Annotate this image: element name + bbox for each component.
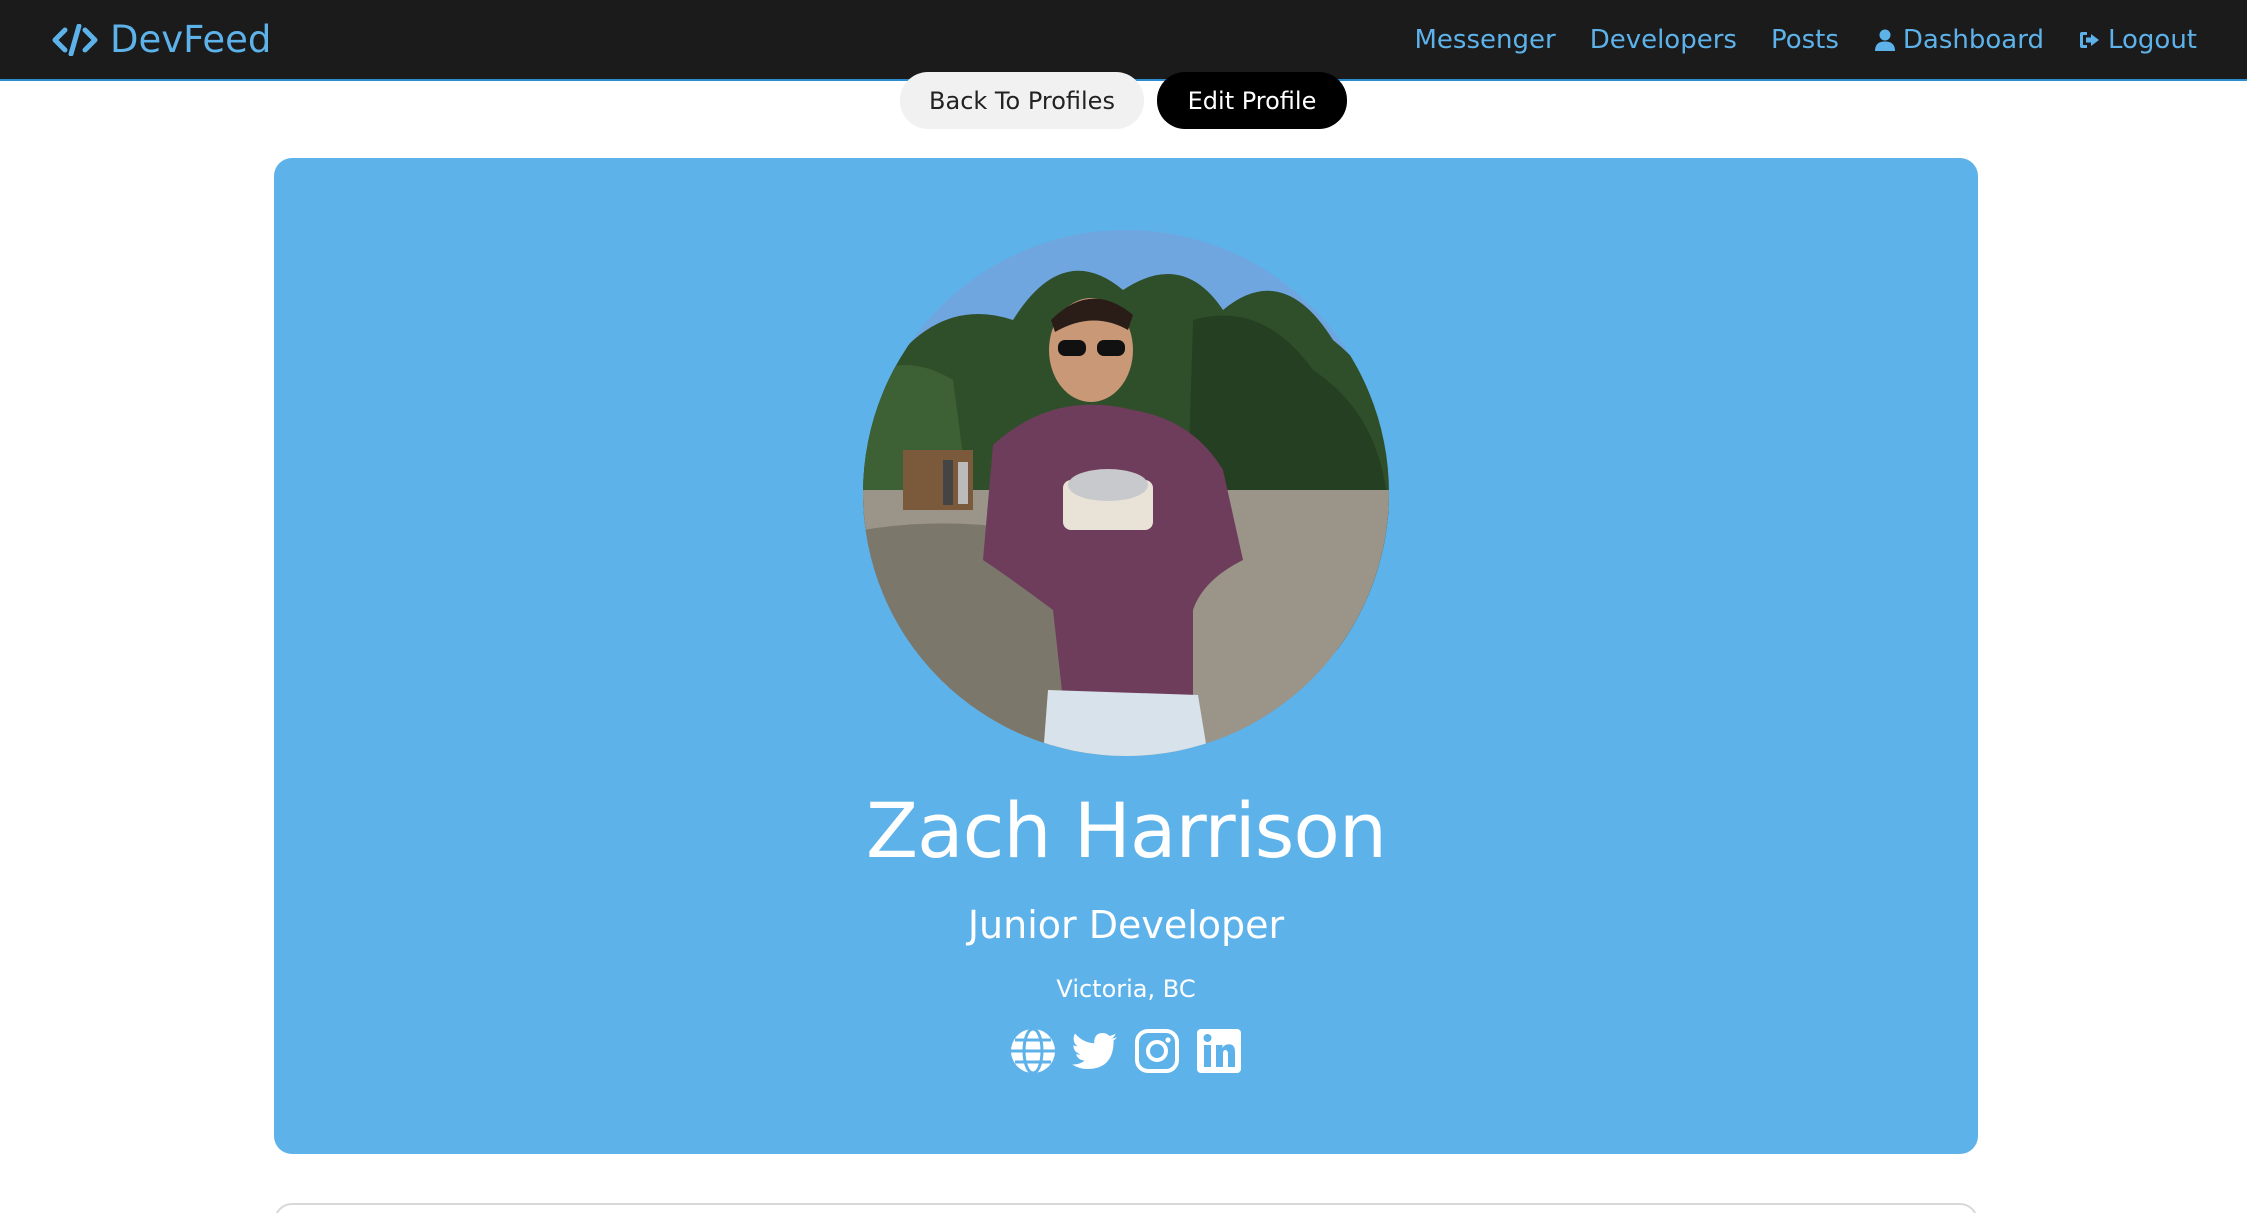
profile-location: Victoria, BC <box>1056 975 1196 1003</box>
brand-name: DevFeed <box>110 18 272 61</box>
twitter-icon <box>1072 1033 1117 1069</box>
nav-developers[interactable]: Developers <box>1590 25 1737 55</box>
sign-out-icon <box>2079 31 2099 48</box>
social-links <box>1009 1027 1243 1075</box>
nav-developers-label: Developers <box>1589 24 1737 55</box>
user-icon <box>1874 29 1895 51</box>
globe-icon <box>1011 1027 1055 1075</box>
instagram-link[interactable] <box>1133 1027 1181 1075</box>
profile-title: Junior Developer <box>967 903 1285 947</box>
edit-profile-button[interactable]: Edit Profile <box>1157 72 1347 129</box>
avatar <box>863 230 1389 756</box>
nav-messenger[interactable]: Messenger <box>1415 25 1556 55</box>
profile-top-card: Zach Harrison Junior Developer Victoria,… <box>274 158 1978 1154</box>
instagram-icon <box>1135 1029 1179 1073</box>
profile-about-card <box>274 1203 1978 1213</box>
profile-name: Zach Harrison <box>865 786 1387 875</box>
nav-dashboard-label: Dashboard <box>1902 24 2044 55</box>
nav-messenger-label: Messenger <box>1414 24 1556 55</box>
avatar-photo <box>863 230 1389 756</box>
nav-posts-label: Posts <box>1770 24 1839 55</box>
nav-posts[interactable]: Posts <box>1771 25 1839 55</box>
nav-logout-label: Logout <box>2107 24 2197 55</box>
nav-dashboard[interactable]: Dashboard <box>1873 25 2044 55</box>
twitter-link[interactable] <box>1071 1027 1119 1075</box>
linkedin-icon <box>1197 1029 1241 1073</box>
code-icon <box>52 23 98 56</box>
linkedin-link[interactable] <box>1195 1027 1243 1075</box>
brand-link[interactable]: DevFeed <box>52 18 271 61</box>
back-to-profiles-button[interactable]: Back To Profiles <box>900 72 1144 129</box>
nav-logout[interactable]: Logout <box>2078 25 2197 55</box>
navbar: DevFeed Messenger Developers Posts Dashb… <box>0 0 2247 81</box>
profile-actions: Back To Profiles Edit Profile <box>0 72 2247 129</box>
website-link[interactable] <box>1009 1027 1057 1075</box>
nav-links: Messenger Developers Posts Dashboard Log… <box>1415 25 2198 55</box>
